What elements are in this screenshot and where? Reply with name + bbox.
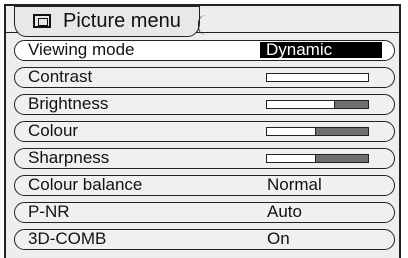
level-fill	[267, 155, 317, 162]
row-label: 3D-COMB	[28, 229, 107, 248]
contrast-level-bar[interactable]	[266, 73, 369, 82]
menu-title-tab: Picture menu	[14, 6, 200, 37]
picture-menu-panel: Picture menu Viewing mode Dynamic Contra…	[4, 4, 401, 258]
row-label: Brightness	[28, 94, 109, 113]
3d-comb-value[interactable]: On	[267, 230, 290, 248]
sharpness-level-bar[interactable]	[266, 154, 369, 163]
row-label: Viewing mode	[28, 40, 135, 59]
p-nr-value[interactable]: Auto	[267, 203, 302, 221]
level-fill	[267, 74, 368, 81]
picture-screen-icon	[33, 14, 51, 28]
level-fill	[267, 128, 317, 135]
level-remaining	[316, 155, 368, 162]
row-label: Contrast	[28, 67, 93, 86]
menu-row-brightness[interactable]: Brightness	[14, 94, 395, 115]
viewing-mode-value[interactable]: Dynamic	[260, 41, 382, 58]
row-label: Colour balance	[28, 175, 143, 194]
menu-row-3d-comb[interactable]: 3D-COMB On	[14, 229, 395, 250]
row-label: Colour	[28, 121, 79, 140]
row-label: P-NR	[28, 202, 70, 221]
menu-row-sharpness[interactable]: Sharpness	[14, 148, 395, 169]
level-remaining	[316, 128, 368, 135]
colour-level-bar[interactable]	[266, 127, 369, 136]
menu-row-p-nr[interactable]: P-NR Auto	[14, 202, 395, 223]
menu-row-colour[interactable]: Colour	[14, 121, 395, 142]
menu-row-colour-balance[interactable]: Colour balance Normal	[14, 175, 395, 196]
colour-balance-value[interactable]: Normal	[267, 176, 322, 194]
level-remaining	[334, 101, 368, 108]
menu-title: Picture menu	[63, 10, 181, 32]
row-label: Sharpness	[28, 148, 110, 167]
brightness-level-bar[interactable]	[266, 100, 369, 109]
menu-row-viewing-mode[interactable]: Viewing mode Dynamic	[14, 40, 395, 61]
menu-row-contrast[interactable]: Contrast	[14, 67, 395, 88]
level-fill	[267, 101, 335, 108]
